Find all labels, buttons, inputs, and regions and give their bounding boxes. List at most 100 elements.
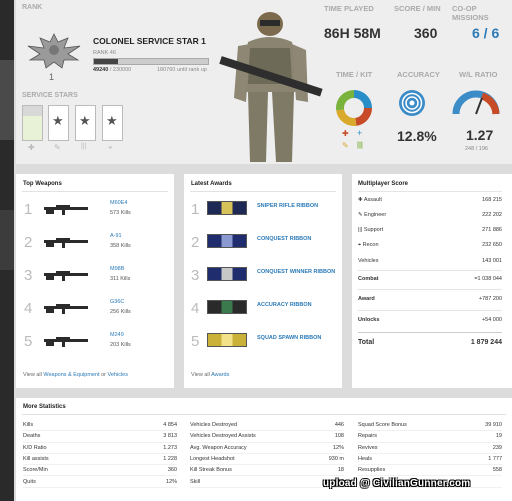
stat-value: 108 xyxy=(334,433,344,440)
stat-row: Avg. Weapon Accuracy 12% xyxy=(190,443,344,454)
multiplayer-score-panel: Multiplayer Score ✚ Assault 168 215 ✎ En… xyxy=(352,174,512,388)
weapon-image-icon xyxy=(42,235,92,254)
weapons-footer: View all Weapons & Equipment or Vehicles xyxy=(23,372,128,378)
stat-row: Kill assists 1 228 xyxy=(23,454,177,466)
assault-kit-icon: ✚ xyxy=(28,143,35,152)
weapons-footer-or: or xyxy=(101,372,106,378)
stats-column-1: Kills 4 854 Deaths 3 813 K/D Ratio 1.273 Kill … xyxy=(23,420,177,488)
wl-gauge-icon xyxy=(452,86,500,116)
recon-kit-icon: ⌖ xyxy=(108,143,113,152)
stat-label: Kill assists xyxy=(23,456,49,463)
stat-value: 12% xyxy=(165,478,177,485)
support-kit-icon: ||| xyxy=(81,143,87,150)
stat-label: Heals xyxy=(358,456,373,463)
weapon-name-link[interactable]: A-91 xyxy=(110,233,122,239)
weapon-kills: 573 Kills xyxy=(110,210,131,216)
weapons-footer-prefix: View all xyxy=(23,372,42,378)
engineer-label: Engineer xyxy=(364,212,387,218)
stat-row: Kill Streak Bonus 18 xyxy=(190,465,344,477)
recon-value: 232 650 xyxy=(482,242,502,248)
stat-row: Heals 1 777 xyxy=(358,454,502,466)
award-name-link[interactable]: CONQUEST RIBBON xyxy=(257,236,337,242)
combat-value: =1 038 044 xyxy=(474,276,502,282)
star-icon: ★ xyxy=(79,113,91,128)
stat-label: Avg. Weapon Accuracy xyxy=(190,444,247,451)
score-row-total: Total 1 879 244 xyxy=(358,336,502,348)
award-name-link[interactable]: SQUAD SPAWN RIBBON xyxy=(257,335,337,341)
service-star-slot[interactable]: ★ xyxy=(102,105,123,141)
service-stars-header: SERVICE STARS xyxy=(22,92,78,99)
service-star-slot[interactable]: ★ xyxy=(48,105,69,141)
engineer-kit-icon: ✎ xyxy=(54,143,61,152)
rank-title: COLONEL SERVICE STAR 1 xyxy=(93,36,206,46)
score-row-engineer: ✎ Engineer 222 202 xyxy=(358,209,502,221)
panel-divider xyxy=(22,414,506,415)
coop-label: CO-OP MISSIONS xyxy=(452,4,489,22)
weapon-kills: 256 Kills xyxy=(110,309,131,315)
xp-bar-fill xyxy=(94,59,118,64)
stat-row: Resupplies 558 xyxy=(358,465,502,477)
stat-row: Skill 458 xyxy=(190,476,344,488)
service-star-slot[interactable] xyxy=(22,105,43,141)
rank-header: RANK xyxy=(22,4,43,11)
rank-insignia-number: 1 xyxy=(49,72,55,82)
weapon-rank-number: 5 xyxy=(24,333,33,350)
stat-value: 1.273 xyxy=(163,444,177,451)
award-ribbon-icon xyxy=(207,201,247,215)
vehicles-link[interactable]: Vehicles xyxy=(108,372,129,378)
score-divider xyxy=(358,310,502,311)
award-name-link[interactable]: SNIPER RIFLE RIBBON xyxy=(257,203,337,209)
xp-current: 49240 xyxy=(93,67,109,73)
unlocks-label: Unlocks xyxy=(358,317,380,323)
weapon-name-link[interactable]: M249 xyxy=(110,332,124,338)
recon-kit-icon: + xyxy=(357,128,363,138)
stat-row: Vehicles Destroyed 446 xyxy=(190,420,344,432)
weapon-name-link[interactable]: M98B xyxy=(110,266,124,272)
xp-text: 49240 / 230000 xyxy=(93,67,131,73)
soldier-image xyxy=(212,2,330,164)
score-divider xyxy=(358,270,502,271)
assault-label: Assault xyxy=(363,197,382,203)
stat-value: 18 xyxy=(337,467,344,474)
vehicles-label: Vehicles xyxy=(358,258,379,264)
assault-kit-icon: ✚ xyxy=(342,129,349,138)
weapon-image-icon xyxy=(42,202,92,221)
score-divider xyxy=(358,332,502,333)
time-kit-label: TIME / KIT xyxy=(336,70,373,79)
service-star-slot[interactable]: ★ xyxy=(75,105,96,141)
engineer-kit-icon: ✎ xyxy=(342,141,349,150)
stat-value: 558 xyxy=(492,467,502,474)
score-row-combat: Combat =1 038 044 xyxy=(358,273,502,285)
support-label: Support xyxy=(363,227,384,233)
weapon-name-link[interactable]: G36C xyxy=(110,299,124,305)
award-name-link[interactable]: CONQUEST WINNER RIBBON xyxy=(257,269,337,275)
weapons-equipment-link[interactable]: Weapons & Equipment xyxy=(43,372,99,378)
award-rank-number: 5 xyxy=(191,333,200,350)
wl-ratio-value: 1.27 xyxy=(466,127,494,143)
stat-label: Repairs xyxy=(358,433,377,440)
stat-value: 4 854 xyxy=(163,422,177,429)
stat-value: 19 xyxy=(495,433,502,440)
stat-row: Revives 239 xyxy=(358,443,502,454)
recon-label: Recon xyxy=(362,241,379,248)
accuracy-label: ACCURACY xyxy=(397,70,440,79)
stat-value: 446 xyxy=(334,422,344,429)
score-min-value: 360 xyxy=(414,25,438,41)
weapon-rank-number: 4 xyxy=(24,300,33,317)
awards-footer-prefix: View all xyxy=(191,372,210,378)
score-row-award: Award +787 200 xyxy=(358,293,502,305)
awards-link[interactable]: Awards xyxy=(211,372,229,378)
star-icon: ★ xyxy=(52,113,64,128)
stat-value: 930 m xyxy=(328,456,344,463)
award-name-link[interactable]: ACCURACY RIBBON xyxy=(257,302,337,308)
time-played-value: 86H 58M xyxy=(324,25,381,41)
weapon-name-link[interactable]: M60E4 xyxy=(110,200,127,206)
top-weapons-panel xyxy=(16,174,174,388)
support-kit-icon: ||| xyxy=(357,142,363,149)
stat-value: 239 xyxy=(492,444,502,451)
score-min-label: SCORE / MIN xyxy=(394,4,441,13)
award-ribbon-icon xyxy=(207,300,247,314)
total-value: 1 879 244 xyxy=(470,338,502,346)
stat-label: Kill Streak Bonus xyxy=(190,467,232,474)
accuracy-value: 12.8% xyxy=(397,128,437,144)
